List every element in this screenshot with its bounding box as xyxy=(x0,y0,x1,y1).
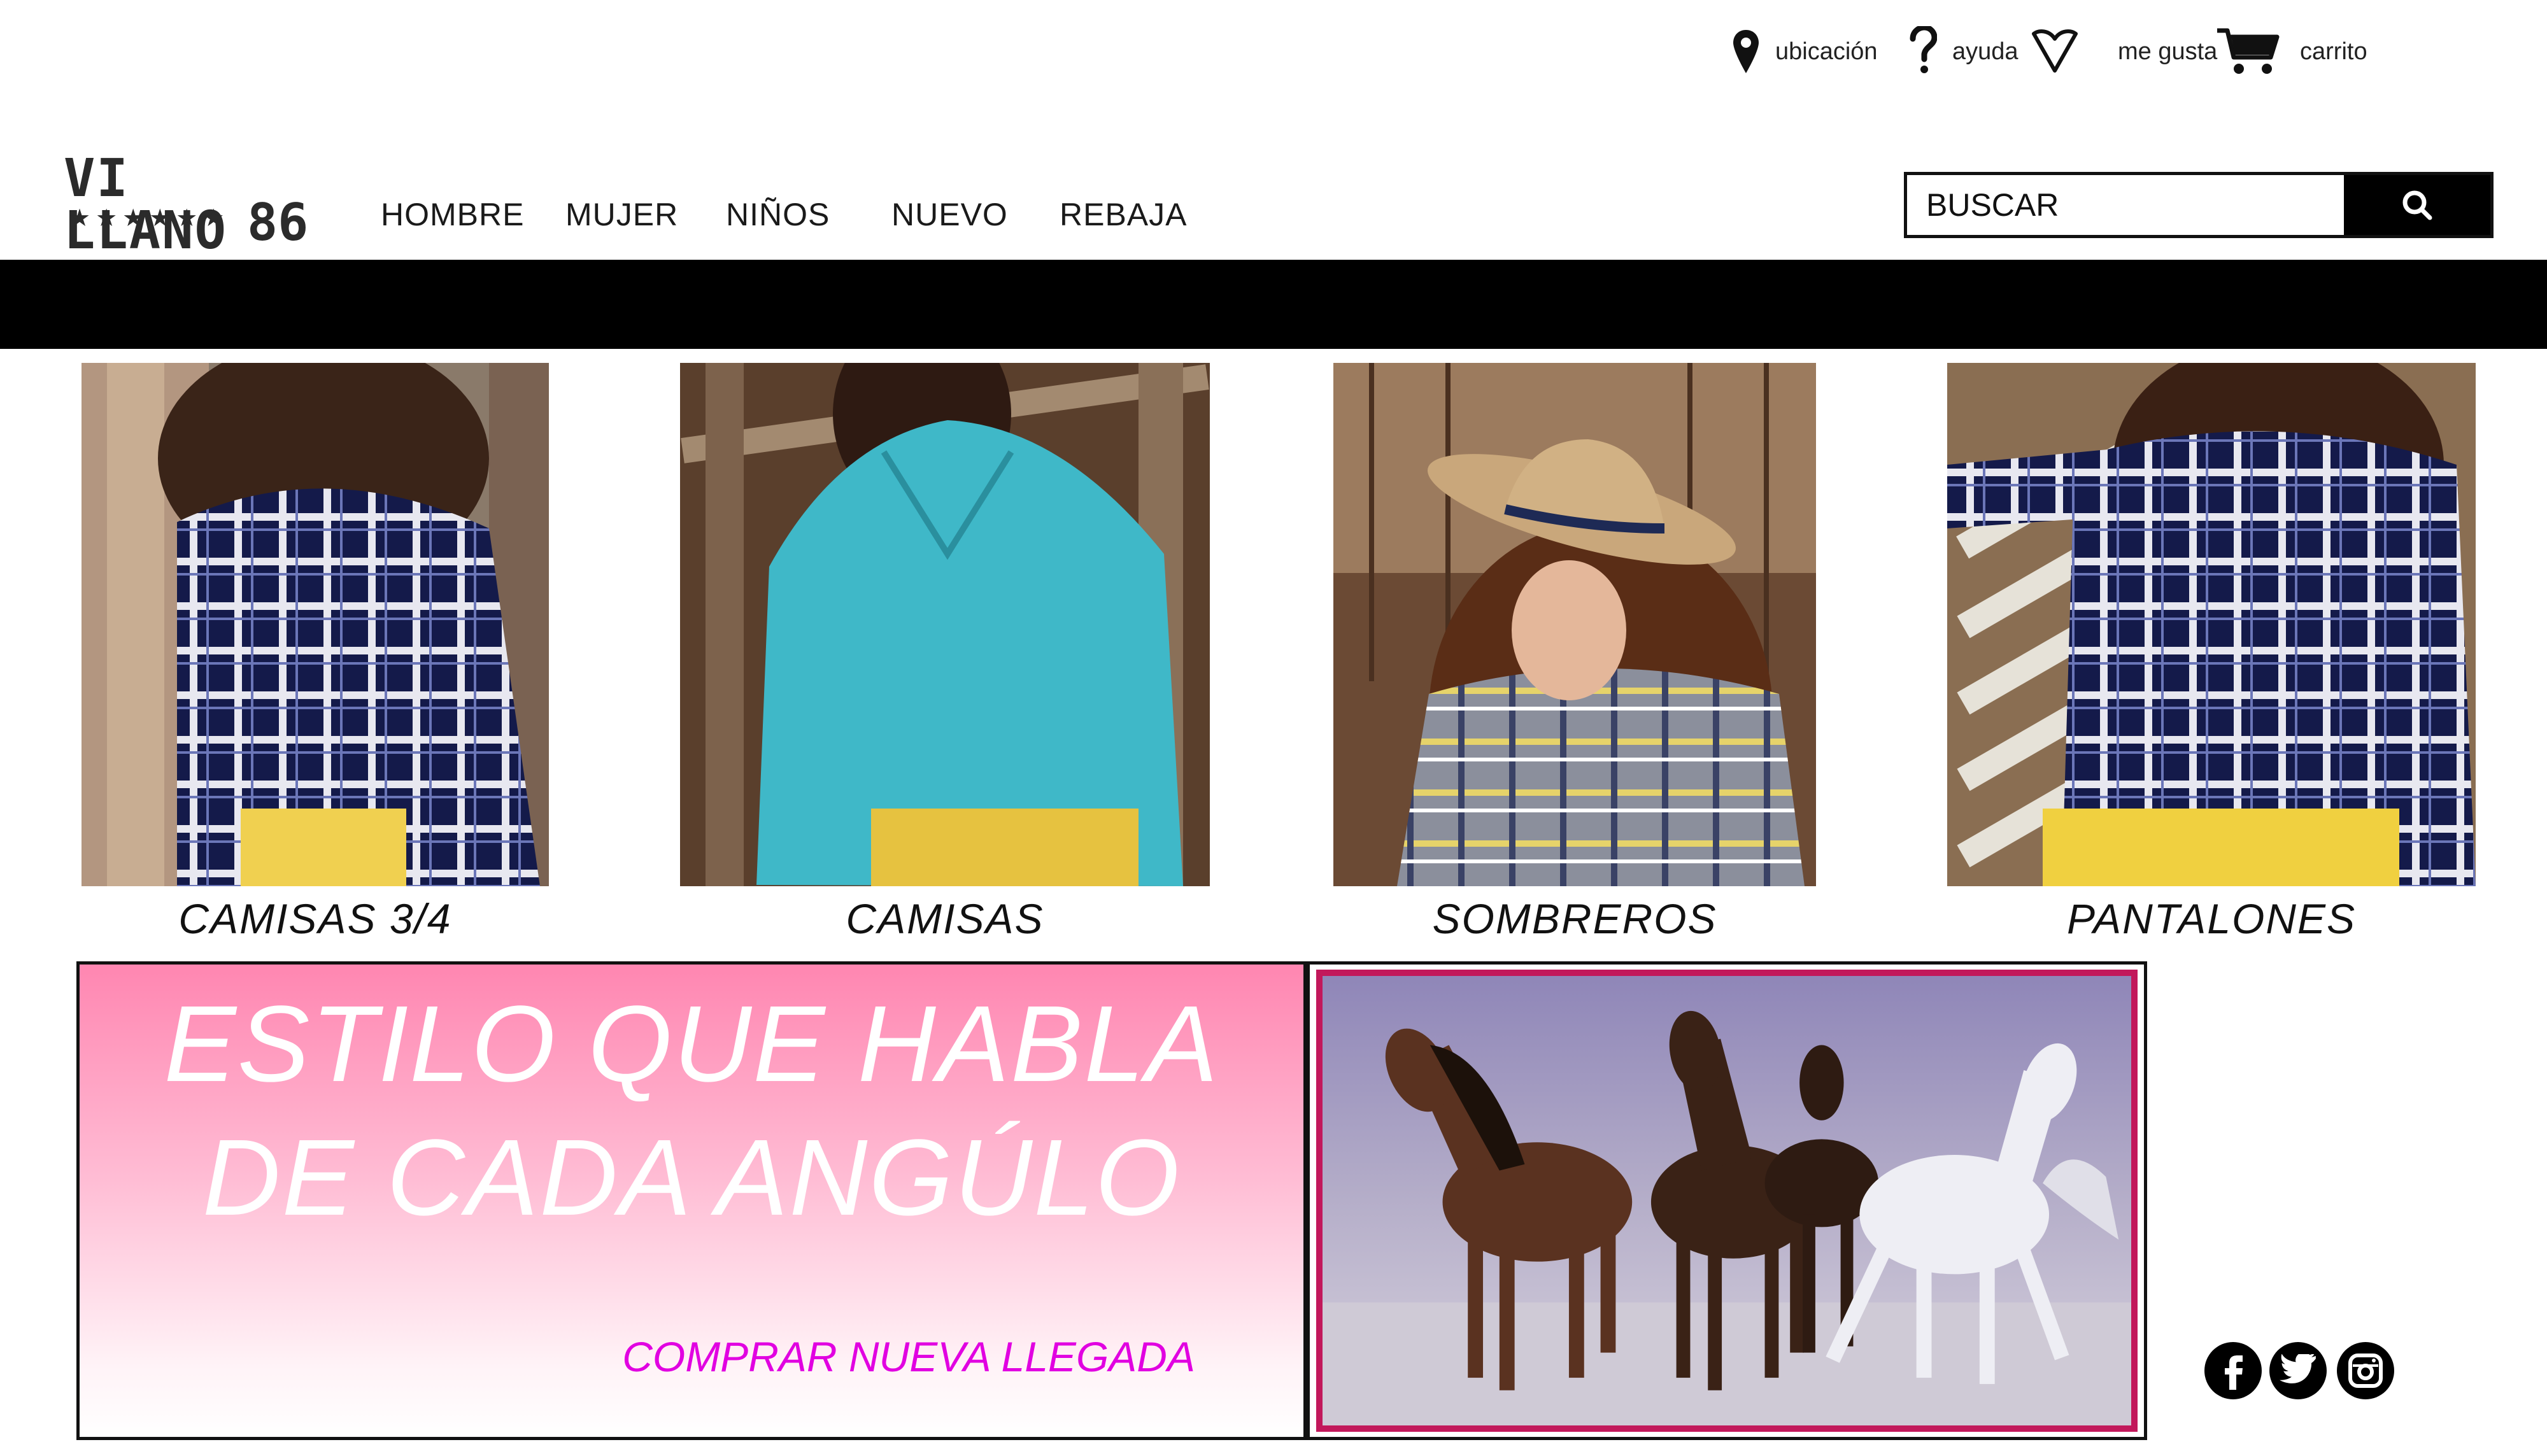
shop-new-arrivals-link[interactable]: COMPRAR NUEVA LLEGADA xyxy=(622,1332,1195,1381)
help-link[interactable]: ayuda xyxy=(1909,23,2018,80)
twitter-icon xyxy=(2280,1354,2316,1383)
category-image-sombreros[interactable] xyxy=(1333,363,1816,886)
instagram-icon xyxy=(2348,1354,2383,1388)
horses-photo xyxy=(1307,961,2147,1440)
instagram-button[interactable] xyxy=(2337,1342,2394,1399)
promo-headline-line1: ESTILO QUE HABLA xyxy=(164,984,1219,1105)
favorites-link[interactable]: me gusta xyxy=(2030,23,2217,80)
search-bar xyxy=(1904,172,2494,238)
logo-stars: ★★★★★★ xyxy=(69,205,230,232)
nav-mujer[interactable]: MUJER xyxy=(565,196,678,233)
promo-banner: ESTILO QUE HABLA DE CADA ANGÚLO COMPRAR … xyxy=(76,961,1307,1440)
cart-link[interactable]: carrito xyxy=(2216,23,2367,80)
nav-ninos[interactable]: NIÑOS xyxy=(726,196,830,233)
category-label-pantalones[interactable]: PANTALONES xyxy=(1947,894,2476,943)
horses-photo-frame xyxy=(1316,970,2138,1432)
cart-label: carrito xyxy=(2300,38,2367,65)
twitter-button[interactable] xyxy=(2269,1342,2327,1399)
category-image-pantalones[interactable] xyxy=(1947,363,2476,886)
category-image-camisas-3-4[interactable] xyxy=(82,363,549,886)
map-pin-icon xyxy=(1733,30,1759,73)
category-image-camisas[interactable] xyxy=(680,363,1210,886)
help-label: ayuda xyxy=(1952,38,2018,65)
location-link[interactable]: ubicación xyxy=(1732,23,1878,80)
category-label-camisas[interactable]: CAMISAS xyxy=(680,894,1210,943)
logo-number: 86 xyxy=(247,193,309,252)
search-button[interactable] xyxy=(2344,175,2490,235)
nav-hombre[interactable]: HOMBRE xyxy=(381,196,524,233)
cart-icon xyxy=(2217,28,2280,74)
brand-logo[interactable]: VI LLANO ★★★★★★ 86 xyxy=(64,153,318,257)
search-input[interactable] xyxy=(1907,175,2344,235)
question-icon xyxy=(1910,26,1937,73)
nav-nuevo[interactable]: NUEVO xyxy=(891,196,1008,233)
search-icon xyxy=(2402,190,2432,220)
nav-rebaja[interactable]: REBAJA xyxy=(1060,196,1188,233)
category-label-sombreros[interactable]: SOMBREROS xyxy=(1333,894,1816,943)
category-label-camisas-3-4[interactable]: CAMISAS 3/4 xyxy=(82,894,549,943)
heart-icon xyxy=(2032,29,2078,73)
facebook-button[interactable] xyxy=(2204,1342,2262,1399)
facebook-icon xyxy=(2225,1355,2243,1390)
black-banner-strip xyxy=(0,260,2547,349)
promo-headline-line2: DE CADA ANGÚLO xyxy=(202,1117,1181,1238)
location-label: ubicación xyxy=(1775,38,1878,65)
favorites-label: me gusta xyxy=(2118,38,2218,65)
